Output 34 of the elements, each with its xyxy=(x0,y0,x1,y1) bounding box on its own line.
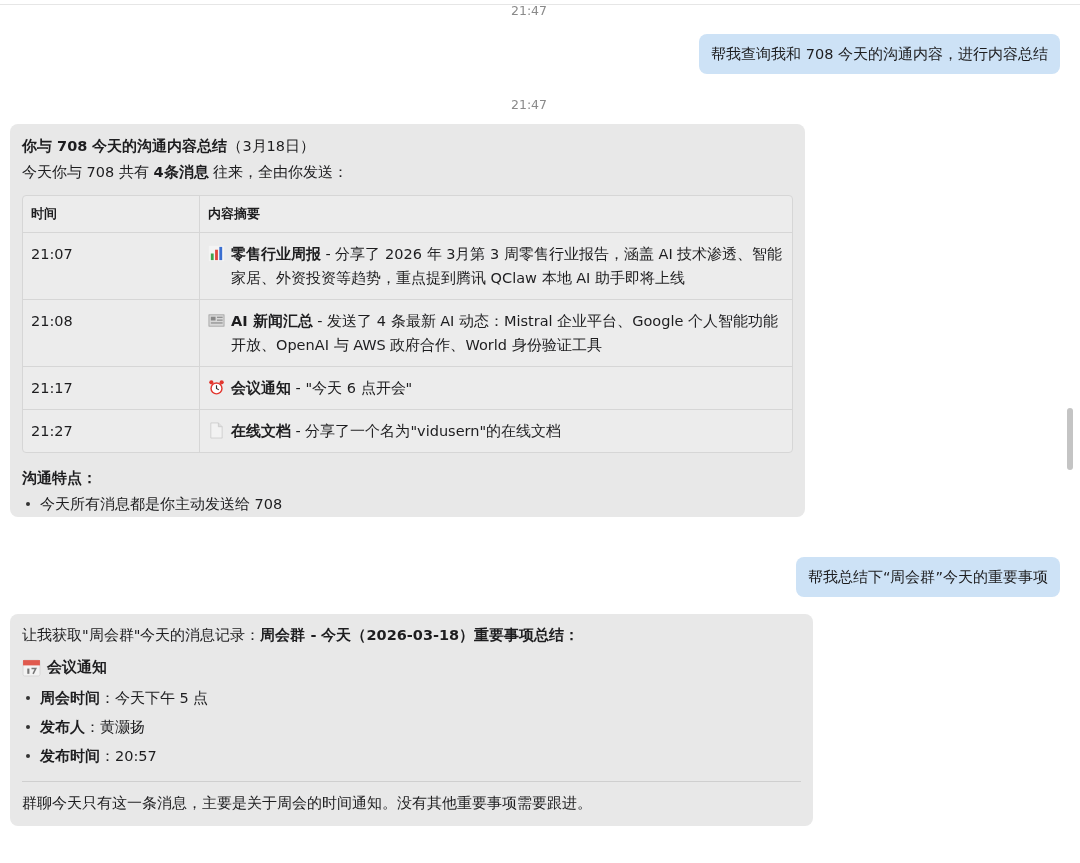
table-cell-text: 零售行业周报 - 分享了 2026 年 3月第 3 周零售行业报告，涵盖 AI 技术渗透、智能家居、外资投资等趋势，重点提到腾讯 QClaw 本地 AI 助手即将上线 xyxy=(231,245,784,288)
bullet-icon xyxy=(26,725,30,729)
bullet-icon xyxy=(26,696,30,700)
table-cell: 21:17 xyxy=(23,367,200,409)
list-item-text: 发布人：黄灏扬 xyxy=(40,718,145,737)
message-text: 群聊今天只有这一条消息，主要是关于周会的时间通知。没有其他重要事项需要跟进。 xyxy=(22,794,593,813)
timestamp: 21:47 xyxy=(511,98,547,112)
alarm-clock-icon xyxy=(208,379,225,396)
list-item-text: 周会时间：今天下午 5 点 xyxy=(40,689,209,708)
table-cell-text: 在线文档 - 分享了一个名为"vidusern"的在线文档 xyxy=(231,422,562,441)
column-header: 内容摘要 xyxy=(207,205,261,223)
section-heading: 会议通知 xyxy=(47,658,107,677)
message-text: 你与 708 今天的沟通内容总结（3月18日） xyxy=(22,137,317,156)
bullet-icon xyxy=(26,502,30,506)
bullet-icon xyxy=(26,754,30,758)
user-message: 帮我总结下“周会群”今天的重要事项 xyxy=(795,557,1060,597)
newspaper-icon xyxy=(208,312,225,329)
list-item-text: 今天所有消息都是你主动发送给 708 xyxy=(40,495,283,514)
bar-chart-icon xyxy=(208,245,225,262)
list-item-text: 发布时间：20:57 xyxy=(40,747,157,766)
scrollbar[interactable] xyxy=(1067,408,1073,470)
section-heading: 沟通特点： xyxy=(22,469,97,488)
calendar-icon xyxy=(22,657,41,677)
user-message: 帮我查询我和 708 今天的沟通内容，进行内容总结 xyxy=(699,34,1060,74)
table-cell-text: AI 新闻汇总 - 发送了 4 条最新 AI 动态：Mistral 企业平台、Google 个人智能功能开放、OpenAI 与 AWS 政府合作、World 身份验证工具 xyxy=(231,312,779,355)
document-icon xyxy=(208,422,225,439)
message-text: 今天你与 708 共有 4条消息 往来，全由你发送： xyxy=(22,163,350,182)
table-cell: 21:27 xyxy=(23,410,200,452)
column-header: 时间 xyxy=(23,196,200,232)
table-cell-text: 会议通知 - "今天 6 点开会" xyxy=(231,379,413,398)
table-cell: 21:07 xyxy=(23,233,200,299)
message-text: 让我获取"周会群"今天的消息记录：周会群 - 今天（2026-03-18）重要事项总结： xyxy=(22,626,581,645)
table-cell: 21:08 xyxy=(23,300,200,366)
timestamp: 21:47 xyxy=(511,4,547,18)
